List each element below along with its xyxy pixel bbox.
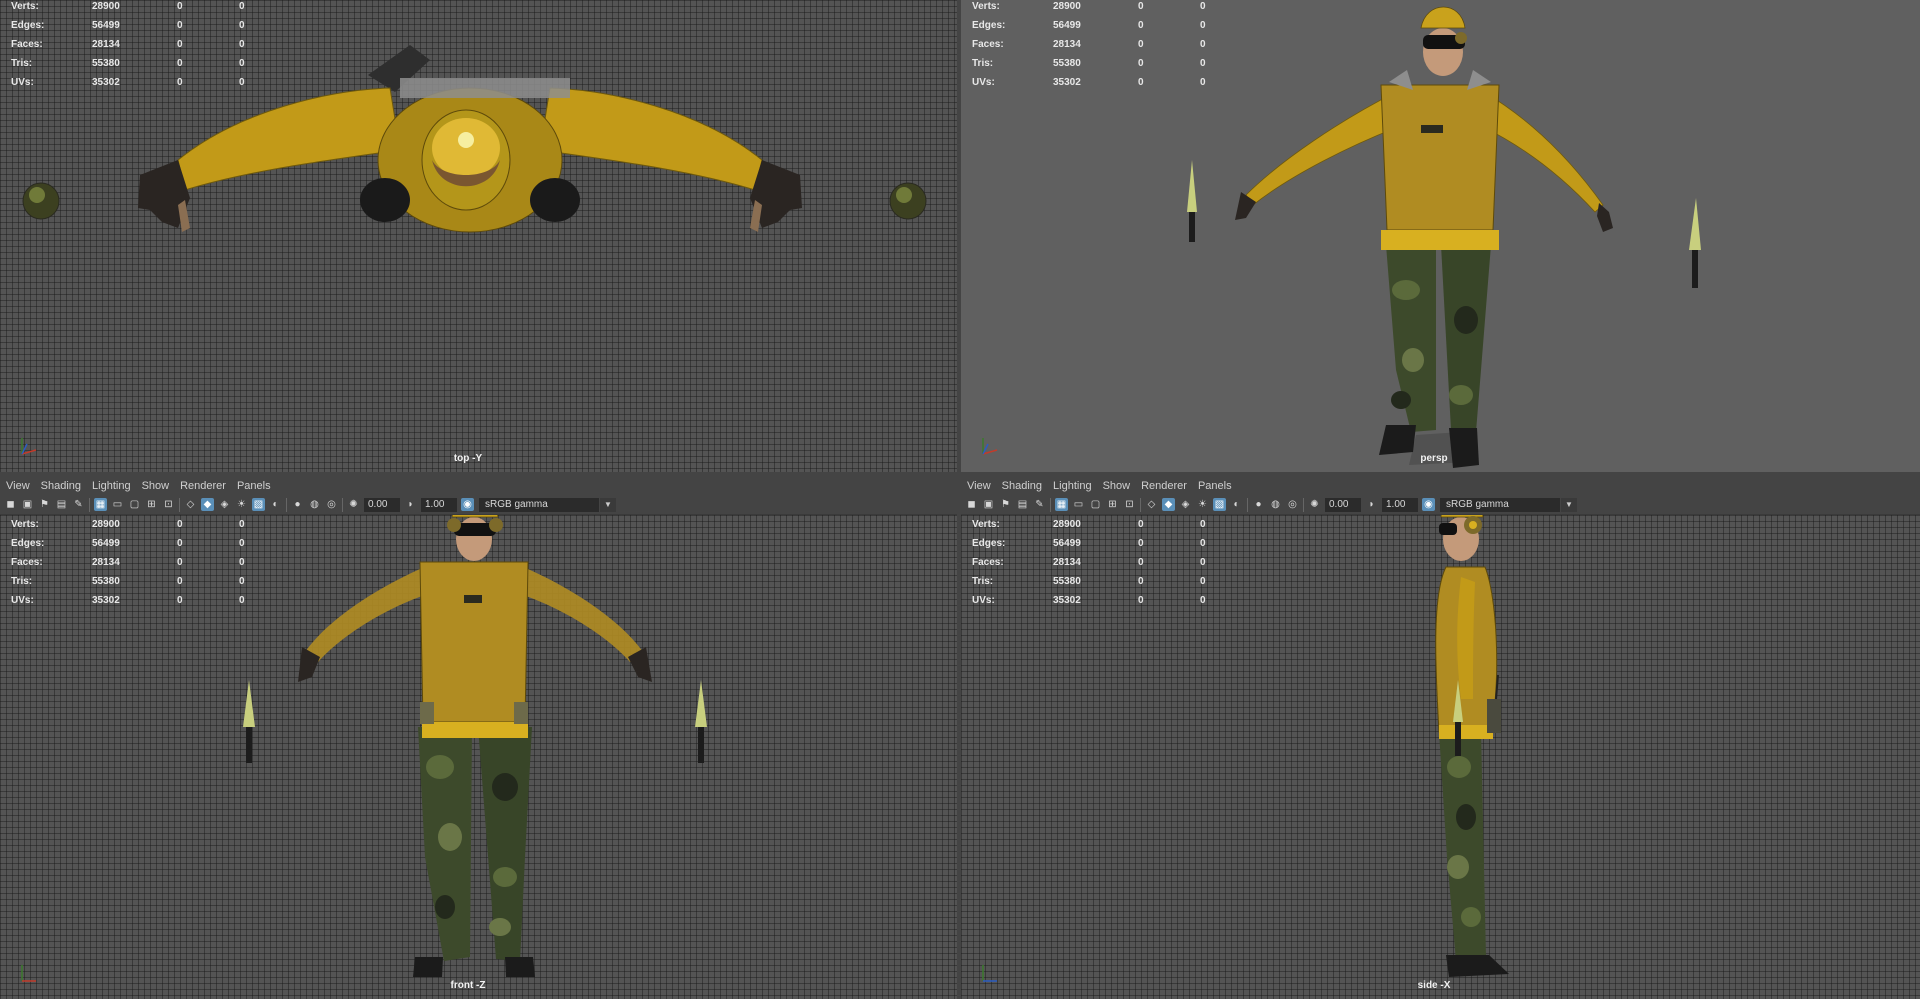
camera-attr-icon[interactable]: ▣ xyxy=(982,498,995,511)
gamma-icon[interactable]: ◗ xyxy=(404,498,417,511)
grid-icon[interactable]: ▦ xyxy=(1055,498,1068,511)
gamma-field[interactable]: 1.00 xyxy=(421,497,457,512)
textured-icon[interactable]: ◈ xyxy=(218,498,231,511)
resolution-gate-icon[interactable]: ▢ xyxy=(1089,498,1102,511)
toolbar-separator xyxy=(342,497,343,512)
select-icon[interactable]: ✎ xyxy=(1033,498,1046,511)
film-gate-icon[interactable]: ▭ xyxy=(1072,498,1085,511)
menu-renderer[interactable]: Renderer xyxy=(1141,480,1187,492)
axis-gizmo-icon xyxy=(21,965,36,982)
bookmark-icon[interactable]: ⚑ xyxy=(999,498,1012,511)
toolbar-separator xyxy=(1050,497,1051,512)
viewport-toolbar: ◼ ▣ ⚑ ▤ ✎ ▦ ▭ ▢ ⊞ ⊡ ◇ ◆ ◈ ☀ ▧ ◐ ● ◍ ◎ ✺ … xyxy=(0,495,957,515)
color-space-dropdown[interactable]: sRGB gamma xyxy=(479,497,599,512)
viewport-top[interactable]: Verts: 28900 0 0 Edges: 56499 0 0 Faces: 28134 0… xyxy=(0,0,957,472)
exposure-icon[interactable]: ✺ xyxy=(347,498,360,511)
left-wand-prop xyxy=(1187,160,1197,242)
toolbar-separator xyxy=(89,497,90,512)
menu-shading[interactable]: Shading xyxy=(1002,480,1042,492)
smooth-shade-icon[interactable]: ◆ xyxy=(201,498,214,511)
menu-lighting[interactable]: Lighting xyxy=(92,480,131,492)
color-space-icon[interactable]: ◉ xyxy=(1422,498,1435,511)
camera-name-label: side -X xyxy=(1417,980,1451,991)
menu-panels[interactable]: Panels xyxy=(1198,480,1232,492)
motion-blur-icon[interactable]: ◎ xyxy=(1286,498,1299,511)
camera-name-label: persp xyxy=(1420,453,1448,464)
xray-icon[interactable]: ◐ xyxy=(1230,498,1243,511)
shadows-icon[interactable]: ▧ xyxy=(1213,498,1226,511)
lighting-icon[interactable]: ☀ xyxy=(235,498,248,511)
camera-icon[interactable]: ◼ xyxy=(965,498,978,511)
safe-action-icon[interactable]: ⊡ xyxy=(162,498,175,511)
color-space-dropdown[interactable]: sRGB gamma xyxy=(1440,497,1560,512)
film-gate-icon[interactable]: ▭ xyxy=(111,498,124,511)
textured-icon[interactable]: ◈ xyxy=(1179,498,1192,511)
axis-gizmo-icon xyxy=(21,438,37,455)
top-view-character[interactable] xyxy=(0,0,957,472)
menu-panels[interactable]: Panels xyxy=(237,480,271,492)
exposure-field[interactable]: 0.00 xyxy=(1325,497,1361,512)
toolbar-separator xyxy=(1303,497,1304,512)
front-view-character[interactable] xyxy=(0,477,957,999)
gamma-field[interactable]: 1.00 xyxy=(1382,497,1418,512)
motion-blur-icon[interactable]: ◎ xyxy=(325,498,338,511)
axis-gizmo-icon xyxy=(982,965,997,982)
side-view-character[interactable] xyxy=(961,477,1920,999)
menu-renderer[interactable]: Renderer xyxy=(180,480,226,492)
safe-action-icon[interactable]: ⊡ xyxy=(1123,498,1136,511)
right-wand-prop xyxy=(1689,198,1701,288)
viewport-side[interactable]: View Shading Lighting Show Renderer Pane… xyxy=(961,477,1920,999)
menu-view[interactable]: View xyxy=(967,480,991,492)
field-chart-icon[interactable]: ⊞ xyxy=(1106,498,1119,511)
toolbar-separator xyxy=(179,497,180,512)
viewport-persp[interactable]: Verts: 28900 0 0 Edges: 56499 0 0 Faces: 28134 0… xyxy=(961,0,1920,472)
camera-name-label: front -Z xyxy=(450,980,486,991)
menu-show[interactable]: Show xyxy=(142,480,170,492)
exposure-icon[interactable]: ✺ xyxy=(1308,498,1321,511)
axis-gizmo-icon xyxy=(982,438,998,455)
smooth-shade-icon[interactable]: ◆ xyxy=(1162,498,1175,511)
color-space-icon[interactable]: ◉ xyxy=(461,498,474,511)
isolate-icon[interactable]: ● xyxy=(1252,498,1265,511)
menu-show[interactable]: Show xyxy=(1103,480,1131,492)
gamma-icon[interactable]: ◗ xyxy=(1365,498,1378,511)
field-chart-icon[interactable]: ⊞ xyxy=(145,498,158,511)
viewport-front[interactable]: View Shading Lighting Show Renderer Pane… xyxy=(0,477,957,999)
ambient-occlusion-icon[interactable]: ◍ xyxy=(1269,498,1282,511)
toolbar-separator xyxy=(286,497,287,512)
menu-shading[interactable]: Shading xyxy=(41,480,81,492)
toolbar-separator xyxy=(1140,497,1141,512)
resolution-gate-icon[interactable]: ▢ xyxy=(128,498,141,511)
persp-view-character[interactable] xyxy=(961,0,1920,472)
shadows-icon[interactable]: ▧ xyxy=(252,498,265,511)
exposure-field[interactable]: 0.00 xyxy=(364,497,400,512)
camera-attr-icon[interactable]: ▣ xyxy=(21,498,34,511)
grid-icon[interactable]: ▦ xyxy=(94,498,107,511)
image-plane-icon[interactable]: ▤ xyxy=(1016,498,1029,511)
xray-icon[interactable]: ◐ xyxy=(269,498,282,511)
lighting-icon[interactable]: ☀ xyxy=(1196,498,1209,511)
menu-view[interactable]: View xyxy=(6,480,30,492)
image-plane-icon[interactable]: ▤ xyxy=(55,498,68,511)
right-wand-prop xyxy=(695,680,707,763)
wireframe-icon[interactable]: ◇ xyxy=(184,498,197,511)
ambient-occlusion-icon[interactable]: ◍ xyxy=(308,498,321,511)
camera-name-label: top -Y xyxy=(453,453,483,464)
chevron-down-icon[interactable]: ▼ xyxy=(600,497,616,512)
wireframe-icon[interactable]: ◇ xyxy=(1145,498,1158,511)
toolbar-separator xyxy=(1247,497,1248,512)
select-icon[interactable]: ✎ xyxy=(72,498,85,511)
viewport-toolbar: ◼ ▣ ⚑ ▤ ✎ ▦ ▭ ▢ ⊞ ⊡ ◇ ◆ ◈ ☀ ▧ ◐ ● ◍ ◎ ✺ … xyxy=(961,495,1920,515)
isolate-icon[interactable]: ● xyxy=(291,498,304,511)
menu-lighting[interactable]: Lighting xyxy=(1053,480,1092,492)
viewport-menubar: View Shading Lighting Show Renderer Pane… xyxy=(961,477,1920,495)
viewport-menubar: View Shading Lighting Show Renderer Pane… xyxy=(0,477,957,495)
camera-icon[interactable]: ◼ xyxy=(4,498,17,511)
chevron-down-icon[interactable]: ▼ xyxy=(1561,497,1577,512)
bookmark-icon[interactable]: ⚑ xyxy=(38,498,51,511)
left-wand-prop xyxy=(243,680,255,763)
